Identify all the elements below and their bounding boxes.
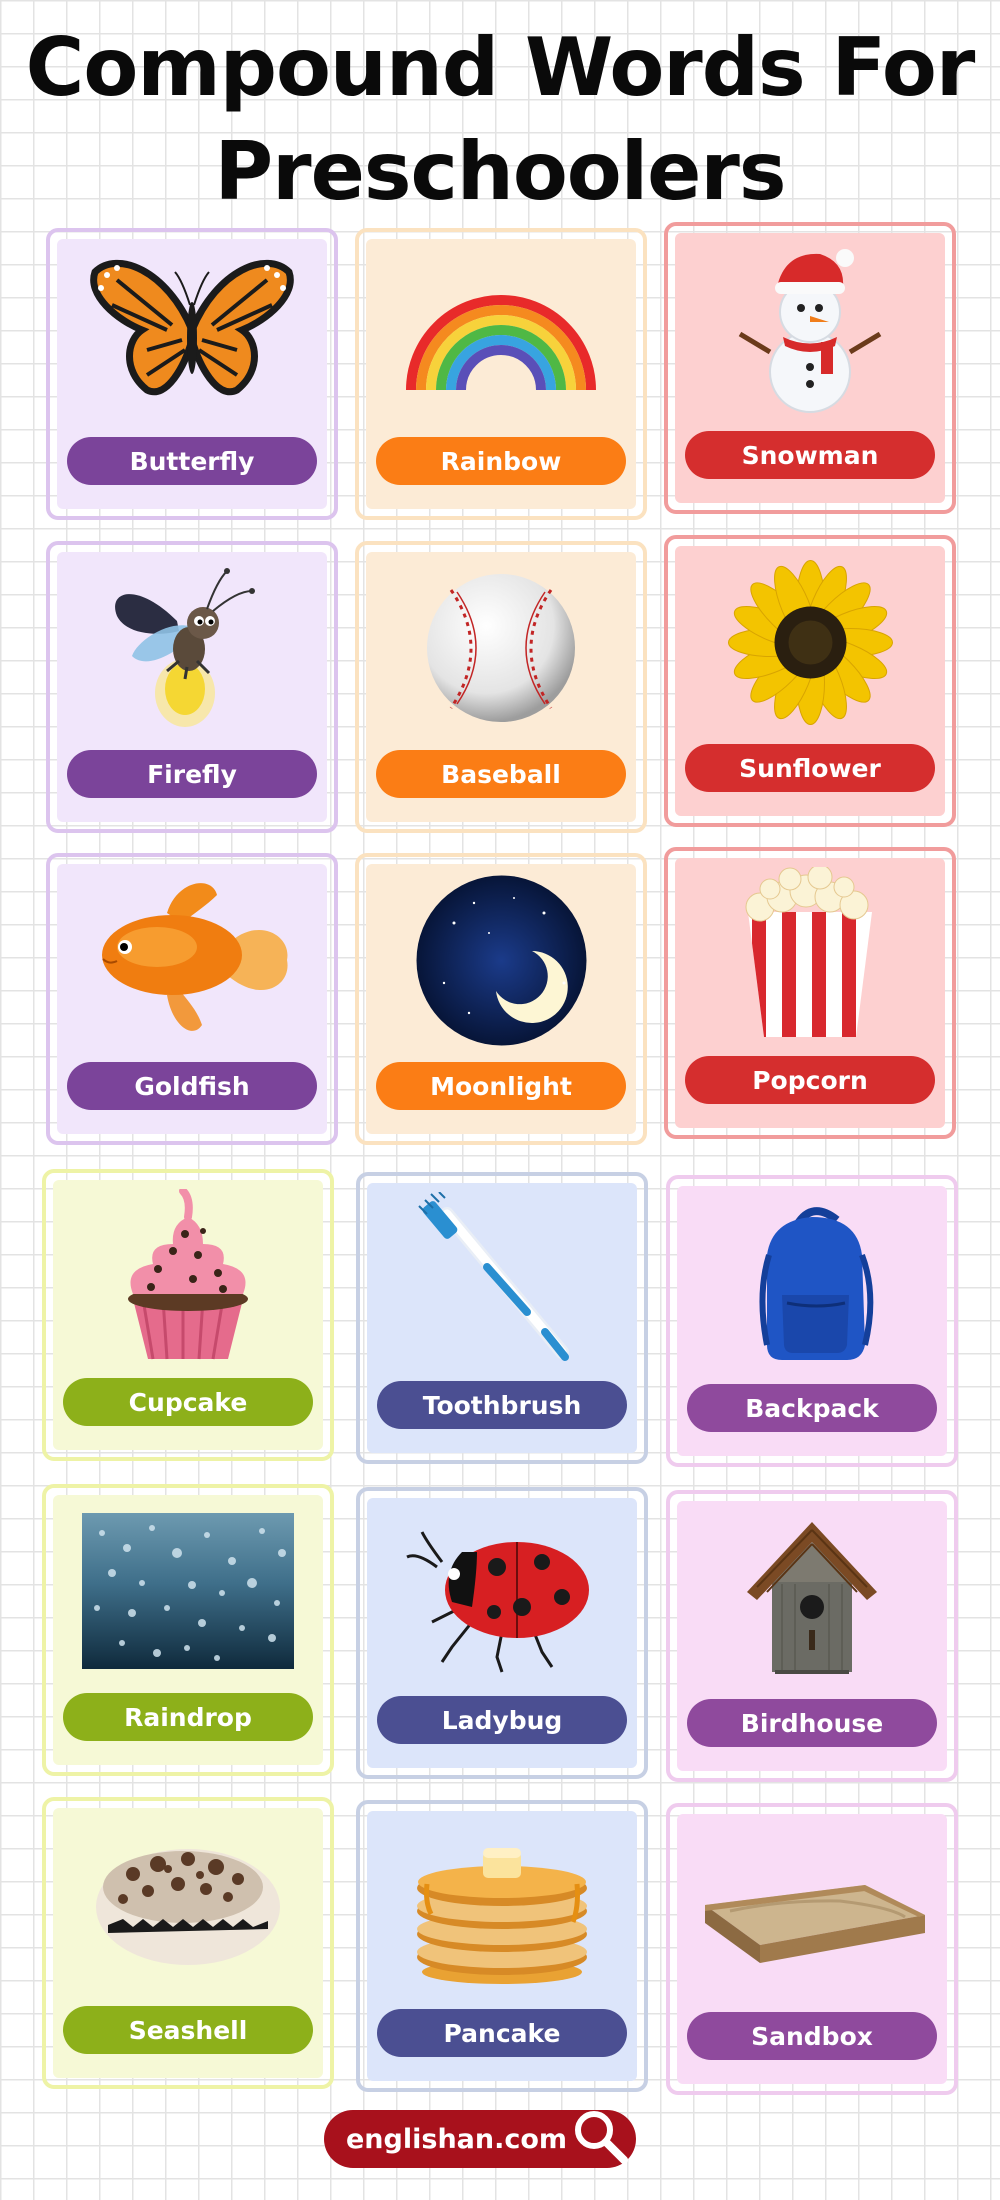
word-label: Pancake <box>377 2009 627 2057</box>
ladybug-icon <box>367 1504 637 1684</box>
word-label: Moonlight <box>376 1062 626 1110</box>
title-line-1: Compound Words For <box>25 21 976 114</box>
raindrop-icon <box>53 1501 323 1681</box>
card-seashell: Seashell <box>42 1797 334 2089</box>
rainbow-icon <box>366 245 636 425</box>
word-label: Popcorn <box>685 1056 935 1104</box>
word-label: Baseball <box>376 750 626 798</box>
backpack-icon <box>677 1192 947 1372</box>
word-label: Firefly <box>67 750 317 798</box>
moonlight-icon <box>366 870 636 1050</box>
cupcake-icon <box>53 1186 323 1366</box>
card-toothbrush: Toothbrush <box>356 1172 648 1464</box>
magnifier-icon <box>568 2104 632 2175</box>
word-label: Sandbox <box>687 2012 937 2060</box>
snowman-icon <box>675 239 945 419</box>
card-rainbow: Rainbow <box>355 228 647 520</box>
site-name: englishan.com <box>346 2123 568 2155</box>
birdhouse-icon <box>677 1507 947 1687</box>
word-label: Ladybug <box>377 1696 627 1744</box>
card-pancake: Pancake <box>356 1800 648 2092</box>
sunflower-icon <box>675 552 945 732</box>
card-snowman: Snowman <box>664 222 956 514</box>
card-sunflower: Sunflower <box>664 535 956 827</box>
card-birdhouse: Birdhouse <box>666 1490 958 1782</box>
word-label: Seashell <box>63 2006 313 2054</box>
site-link-badge[interactable]: englishan.com <box>324 2110 636 2168</box>
seashell-icon <box>53 1814 323 1994</box>
baseball-icon <box>366 558 636 738</box>
title-line-2: Preschoolers <box>214 125 786 218</box>
toothbrush-icon <box>367 1189 637 1369</box>
word-label: Goldfish <box>67 1062 317 1110</box>
word-label: Backpack <box>687 1384 937 1432</box>
card-popcorn: Popcorn <box>664 847 956 1139</box>
sandbox-icon <box>677 1820 947 2000</box>
card-backpack: Backpack <box>666 1175 958 1467</box>
card-moonlight: Moonlight <box>355 853 647 1145</box>
card-cupcake: Cupcake <box>42 1169 334 1461</box>
butterfly-icon <box>57 245 327 425</box>
card-sandbox: Sandbox <box>666 1803 958 2095</box>
word-label: Raindrop <box>63 1693 313 1741</box>
word-label: Birdhouse <box>687 1699 937 1747</box>
word-label: Butterfly <box>67 437 317 485</box>
word-label: Snowman <box>685 431 935 479</box>
word-label: Toothbrush <box>377 1381 627 1429</box>
card-baseball: Baseball <box>355 541 647 833</box>
card-raindrop: Raindrop <box>42 1484 334 1776</box>
card-goldfish: Goldfish <box>46 853 338 1145</box>
card-butterfly: Butterfly <box>46 228 338 520</box>
popcorn-icon <box>675 864 945 1044</box>
page-title: Compound Words For Preschoolers <box>0 16 1000 224</box>
card-firefly: Firefly <box>46 541 338 833</box>
goldfish-icon <box>57 870 327 1050</box>
pancake-icon <box>367 1817 637 1997</box>
firefly-icon <box>57 558 327 738</box>
word-label: Cupcake <box>63 1378 313 1426</box>
word-label: Sunflower <box>685 744 935 792</box>
card-ladybug: Ladybug <box>356 1487 648 1779</box>
word-label: Rainbow <box>376 437 626 485</box>
